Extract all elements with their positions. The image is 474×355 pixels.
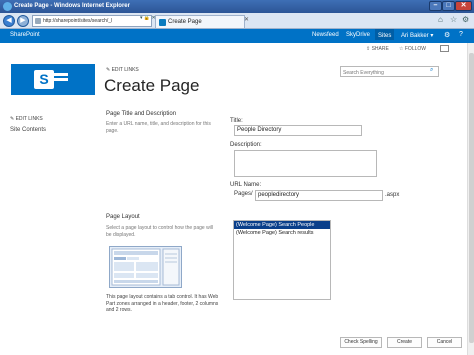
browser-tab[interactable]: Create Page	[155, 15, 245, 28]
scrollbar-thumb[interactable]	[469, 53, 474, 343]
sharepoint-logo[interactable]: S	[11, 64, 95, 95]
share-icon: ⇪	[366, 46, 371, 52]
edit-links-top-label: EDIT LINKS	[111, 67, 139, 73]
tab-close-icon[interactable]: ✕	[244, 16, 249, 23]
layout-description: This page layout contains a tab control.…	[106, 294, 219, 313]
brand-label[interactable]: SharePoint	[10, 32, 40, 38]
page-icon	[35, 18, 41, 24]
tools-icon[interactable]: ⚙	[462, 15, 469, 24]
star-icon: ☆	[399, 46, 404, 52]
url-label: URL Name:	[230, 182, 262, 188]
user-menu[interactable]: Ari Bakker ▾	[401, 32, 433, 39]
pencil-icon: ✎	[10, 116, 15, 122]
share-label: SHARE	[371, 46, 389, 52]
edit-links-side-label: EDIT LINKS	[15, 116, 43, 122]
pencil-icon: ✎	[106, 67, 111, 73]
page-title: Create Page	[104, 76, 200, 95]
description-label: Description:	[230, 142, 262, 148]
favorites-icon[interactable]: ☆	[450, 15, 457, 24]
title-section-description: Enter a URL name, title, and description…	[106, 121, 211, 134]
page-layout-listbox[interactable]: (Welcome Page) Search People (Welcome Pa…	[233, 220, 331, 300]
link-sites[interactable]: Sites	[375, 29, 395, 40]
description-textarea[interactable]	[234, 150, 377, 177]
url-suffix: .aspx	[385, 192, 400, 198]
create-button[interactable]: Create	[387, 337, 422, 348]
close-button[interactable]: ✕	[455, 1, 472, 11]
focus-content-icon[interactable]	[440, 45, 449, 52]
layout-option[interactable]: (Welcome Page) Search People	[234, 221, 330, 229]
search-icon[interactable]: ⌕	[430, 67, 433, 74]
title-label: Title:	[230, 118, 243, 124]
address-input[interactable]: http://sharepoint/sites/search/_l	[32, 15, 152, 27]
layout-section-description: Select a page layout to control how the …	[106, 225, 214, 238]
site-contents-link[interactable]: Site Contents	[10, 127, 46, 133]
url-prefix: Pages/	[234, 191, 253, 197]
title-input[interactable]: People Directory	[234, 125, 362, 136]
edit-links-side[interactable]: ✎ EDIT LINKS	[10, 116, 43, 122]
help-icon[interactable]: ?	[459, 31, 463, 38]
follow-button[interactable]: ☆ FOLLOW	[399, 46, 426, 52]
window-titlebar: Create Page - Windows Internet Explorer …	[0, 0, 474, 13]
title-section-heading: Page Title and Description	[106, 111, 177, 117]
home-icon[interactable]: ⌂	[438, 15, 443, 24]
layout-option[interactable]: (Welcome Page) Search results	[234, 229, 330, 237]
settings-gear-icon[interactable]: ⚙	[444, 31, 450, 39]
ie-icon	[3, 2, 12, 11]
edit-links-top[interactable]: ✎ EDIT LINKS	[106, 67, 139, 73]
layout-preview-icon	[109, 246, 182, 288]
follow-label: FOLLOW	[404, 46, 426, 52]
check-spelling-button[interactable]: Check Spelling	[340, 337, 382, 348]
link-newsfeed[interactable]: Newsfeed	[312, 32, 339, 38]
layout-section-heading: Page Layout	[106, 214, 140, 220]
search-input[interactable]	[340, 66, 439, 77]
logo-s-icon: S	[34, 70, 54, 89]
minimize-button[interactable]: –	[429, 1, 442, 11]
url-input[interactable]: peopledirectory	[255, 190, 383, 201]
cancel-button[interactable]: Cancel	[427, 337, 462, 348]
logo-bars-icon	[54, 73, 68, 86]
address-text: http://sharepoint/sites/search/_l	[43, 18, 113, 24]
link-skydrive[interactable]: SkyDrive	[346, 32, 370, 38]
forward-icon[interactable]: ▶	[17, 15, 29, 27]
window-title: Create Page - Windows Internet Explorer	[14, 3, 130, 9]
vertical-scrollbar[interactable]	[467, 43, 474, 355]
maximize-button[interactable]: □	[442, 1, 455, 11]
tab-title: Create Page	[168, 19, 202, 25]
suite-bar: SharePoint Newsfeed SkyDrive Sites Ari B…	[0, 29, 474, 43]
sharepoint-favicon-icon	[159, 19, 166, 26]
address-tools[interactable]: ▾ 🔒 ✕	[140, 15, 156, 21]
share-button[interactable]: ⇪ SHARE	[366, 46, 389, 52]
back-icon[interactable]: ◀	[3, 15, 15, 27]
